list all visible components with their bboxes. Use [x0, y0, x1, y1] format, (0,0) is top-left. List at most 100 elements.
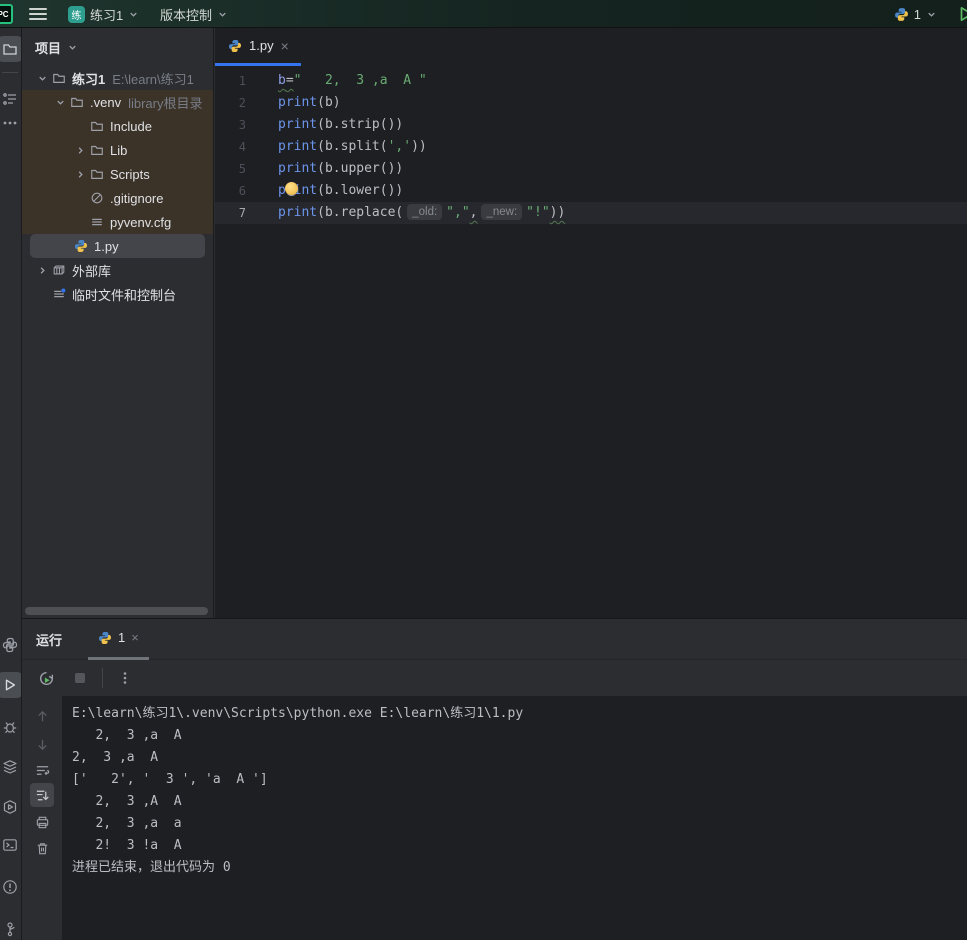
folder-icon — [88, 167, 106, 181]
terminal-tool-button[interactable] — [0, 832, 22, 858]
run-button[interactable] — [957, 5, 967, 23]
code-line: 3 print(b.strip()) — [215, 114, 967, 136]
console-area: E:\learn\练习1\.venv\Scripts\python.exe E:… — [22, 696, 967, 940]
console-line: 2, 3 ,A A — [72, 791, 967, 813]
library-root-block: .venv library根目录 Include Lib Scripts .gi… — [22, 90, 213, 234]
code-line: 6 print(b.lower()) — [215, 180, 967, 202]
project-panel-header[interactable]: 项目 — [22, 28, 213, 66]
tab-1py[interactable]: 1.py × — [215, 28, 301, 66]
stop-button[interactable] — [68, 666, 92, 690]
tab-label: 1.py — [249, 38, 274, 53]
console-line: 2, 3 ,a A — [72, 725, 967, 747]
inlay-hint-old: _old: — [407, 204, 442, 220]
tree-item-scratches[interactable]: 临时文件和控制台 — [22, 282, 213, 306]
chevron-down-icon — [217, 9, 228, 20]
run-config-name: 1 — [914, 7, 921, 22]
vcs-tool-button[interactable] — [0, 916, 22, 940]
horizontal-scrollbar[interactable] — [25, 607, 208, 615]
toolbar-separator — [102, 668, 103, 688]
print-icon[interactable] — [30, 810, 54, 834]
chevron-right-icon[interactable] — [72, 169, 88, 180]
console-exit-line: 进程已结束，退出代码为 0 — [72, 857, 967, 879]
problems-tool-button[interactable] — [0, 874, 22, 900]
clear-console-icon[interactable] — [30, 836, 54, 860]
main-menu-button[interactable] — [28, 6, 48, 22]
vcs-label: 版本控制 — [160, 5, 212, 24]
strip-divider — [2, 72, 18, 73]
folder-icon — [88, 143, 106, 157]
project-tool-button[interactable] — [0, 36, 22, 62]
pycharm-logo: PC — [0, 4, 13, 24]
console-line: [' 2', ' 3 ', 'a A '] — [72, 769, 967, 791]
editor-tab-bar: 1.py × — [215, 28, 967, 66]
soft-wrap-icon[interactable] — [30, 758, 54, 782]
tree-item-venv[interactable]: .venv library根目录 — [22, 90, 213, 114]
services-tool-button[interactable] — [0, 754, 22, 780]
run-tab-label: 1 — [118, 630, 125, 645]
code-editor[interactable]: 1 b=" 2, 3 ,a A " 2 print(b) 3 print(b.s… — [215, 66, 967, 224]
tree-item-include[interactable]: Include — [22, 114, 213, 138]
tree-item-pyvenv-cfg[interactable]: pyvenv.cfg — [22, 210, 213, 234]
chevron-down-icon[interactable] — [52, 97, 68, 108]
tree-item-external-libraries[interactable]: 外部库 — [22, 258, 213, 282]
code-line: 2 print(b) — [215, 92, 967, 114]
console-line: 2! 3 !a A — [72, 835, 967, 857]
folder-icon — [88, 119, 106, 133]
console-line: 2, 3 ,a a — [72, 813, 967, 835]
chevron-right-icon[interactable] — [72, 145, 88, 156]
code-line: 4 print(b.split(',')) — [215, 136, 967, 158]
run-toolbar — [22, 660, 967, 696]
arrow-up-icon[interactable] — [30, 704, 54, 728]
config-file-icon — [88, 215, 106, 229]
pycharm-window: PC 练 练习1 版本控制 1 — [0, 0, 967, 940]
close-icon[interactable]: × — [281, 39, 289, 53]
run-tool-button[interactable] — [0, 672, 22, 698]
tree-item-gitignore[interactable]: .gitignore — [22, 186, 213, 210]
console-line: E:\learn\练习1\.venv\Scripts\python.exe E:… — [72, 703, 967, 725]
tree-item-scripts[interactable]: Scripts — [22, 162, 213, 186]
chevron-down-icon[interactable] — [34, 73, 50, 84]
project-widget[interactable]: 练 练习1 — [68, 0, 139, 28]
project-avatar-icon: 练 — [68, 6, 85, 23]
structure-tool-button[interactable] — [0, 86, 22, 112]
python-icon — [894, 7, 909, 22]
chevron-right-icon[interactable] — [34, 265, 50, 276]
code-line-current: 7 print(b.replace(_old:",",_new:"!")) — [215, 202, 967, 224]
ignored-file-icon — [88, 191, 106, 205]
tool-window-strip — [0, 28, 22, 940]
project-name: 练习1 — [90, 5, 123, 24]
title-bar: PC 练 练习1 版本控制 1 — [0, 0, 967, 28]
run-configuration-widget[interactable]: 1 — [894, 0, 937, 28]
python-icon — [72, 239, 90, 253]
run-panel-title: 运行 — [36, 630, 62, 649]
scratch-files-icon — [50, 287, 68, 301]
more-tool-windows-button[interactable] — [0, 110, 22, 136]
run-panel-header: 运行 1 × — [22, 619, 967, 660]
close-icon[interactable]: × — [131, 630, 139, 645]
arrow-down-icon[interactable] — [30, 732, 54, 756]
inlay-hint-new: _new: — [481, 204, 522, 220]
python-packages-tool-button[interactable] — [0, 632, 22, 658]
python-icon — [228, 39, 242, 53]
rerun-button[interactable] — [34, 666, 58, 690]
code-line: 1 b=" 2, 3 ,a A " — [215, 70, 967, 92]
python-console-tool-button[interactable] — [0, 794, 22, 820]
vcs-widget[interactable]: 版本控制 — [160, 0, 228, 28]
intention-lightbulb-icon[interactable] — [285, 182, 298, 195]
run-tool-window: 运行 1 × — [22, 618, 967, 940]
run-tab-1[interactable]: 1 × — [88, 619, 149, 660]
chevron-down-icon — [128, 9, 139, 20]
debug-tool-button[interactable] — [0, 714, 22, 740]
folder-icon — [50, 71, 68, 85]
editor-area: 1.py × 1 b=" 2, 3 ,a A " 2 print(b) 3 pr… — [215, 28, 967, 618]
tree-item-1py[interactable]: 1.py — [30, 234, 205, 258]
project-panel-title: 项目 — [35, 38, 61, 57]
python-icon — [98, 631, 112, 645]
folder-icon — [68, 95, 86, 109]
console-line: 2, 3 ,a A — [72, 747, 967, 769]
scroll-to-end-icon[interactable] — [30, 783, 54, 807]
more-options-button[interactable] — [113, 666, 137, 690]
tree-item-lib[interactable]: Lib — [22, 138, 213, 162]
console-output[interactable]: E:\learn\练习1\.venv\Scripts\python.exe E:… — [62, 696, 967, 940]
tree-item-project-root[interactable]: 练习1 E:\learn\练习1 — [22, 66, 213, 90]
